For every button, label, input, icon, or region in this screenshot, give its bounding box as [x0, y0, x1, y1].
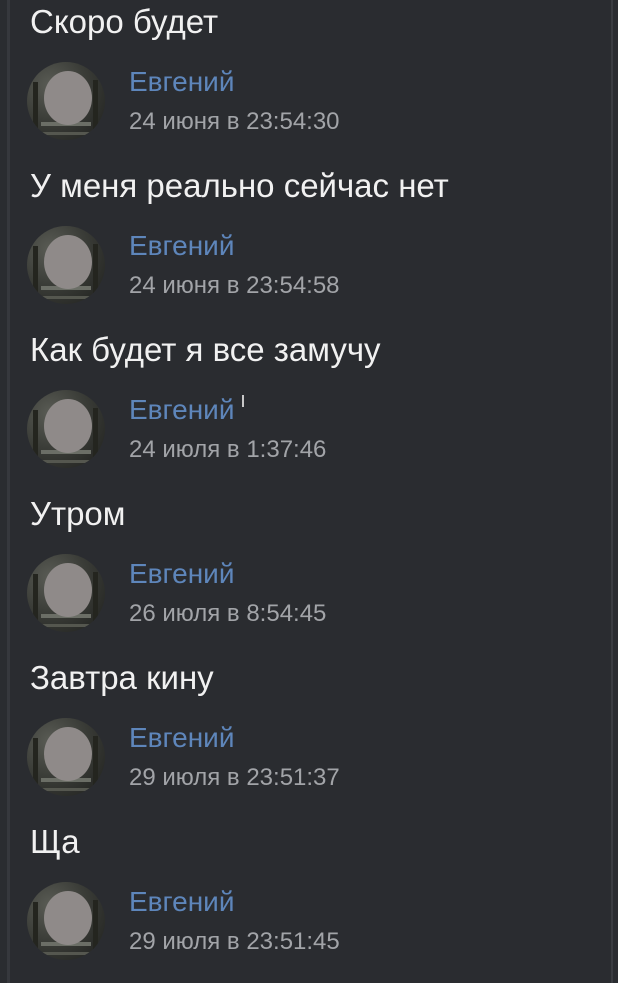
message-text: Ща	[30, 823, 80, 860]
message-header: Евгений 24 июля в 1:37:46	[27, 390, 587, 478]
user-avatar-icon[interactable]	[27, 882, 105, 960]
message-text: Завтра кину	[30, 659, 214, 696]
message-timestamp: 24 июня в 23:54:30	[129, 108, 340, 135]
message-timestamp: 24 июня в 23:54:58	[129, 272, 340, 299]
user-avatar-icon[interactable]	[27, 226, 105, 304]
message-header: Евгений 24 июня в 23:54:58	[27, 226, 587, 314]
message-text: Как будет я все замучу	[30, 331, 381, 368]
cursor-mark	[242, 395, 245, 407]
message-timestamp: 26 июля в 8:54:45	[129, 600, 327, 627]
author-name[interactable]: Евгений	[129, 394, 245, 426]
message-text: Утром	[30, 495, 126, 532]
message-header: Евгений 24 июня в 23:54:30	[27, 62, 587, 150]
message-header: Евгений 29 июля в 23:51:45	[27, 882, 587, 970]
author-name[interactable]: Евгений	[129, 558, 234, 590]
author-name[interactable]: Евгений	[129, 886, 234, 918]
message-timestamp: 24 июля в 1:37:46	[129, 436, 327, 463]
scrollbar-track[interactable]	[611, 0, 613, 983]
author-name[interactable]: Евгений	[129, 230, 234, 262]
author-name[interactable]: Евгений	[129, 66, 234, 98]
author-name-text: Евгений	[129, 394, 235, 425]
message-timestamp: 29 июля в 23:51:45	[129, 928, 340, 955]
thread-divider-left	[7, 0, 10, 983]
user-avatar-icon[interactable]	[27, 62, 105, 140]
user-avatar-icon[interactable]	[27, 718, 105, 796]
message-text: Скоро будет	[30, 3, 219, 40]
message-timestamp: 29 июля в 23:51:37	[129, 764, 340, 791]
message-header: Евгений 26 июля в 8:54:45	[27, 554, 587, 642]
user-avatar-icon[interactable]	[27, 390, 105, 468]
message-text: У меня реально сейчас нет	[30, 167, 449, 204]
author-name[interactable]: Евгений	[129, 722, 234, 754]
user-avatar-icon[interactable]	[27, 554, 105, 632]
message-header: Евгений 29 июля в 23:51:37	[27, 718, 587, 806]
